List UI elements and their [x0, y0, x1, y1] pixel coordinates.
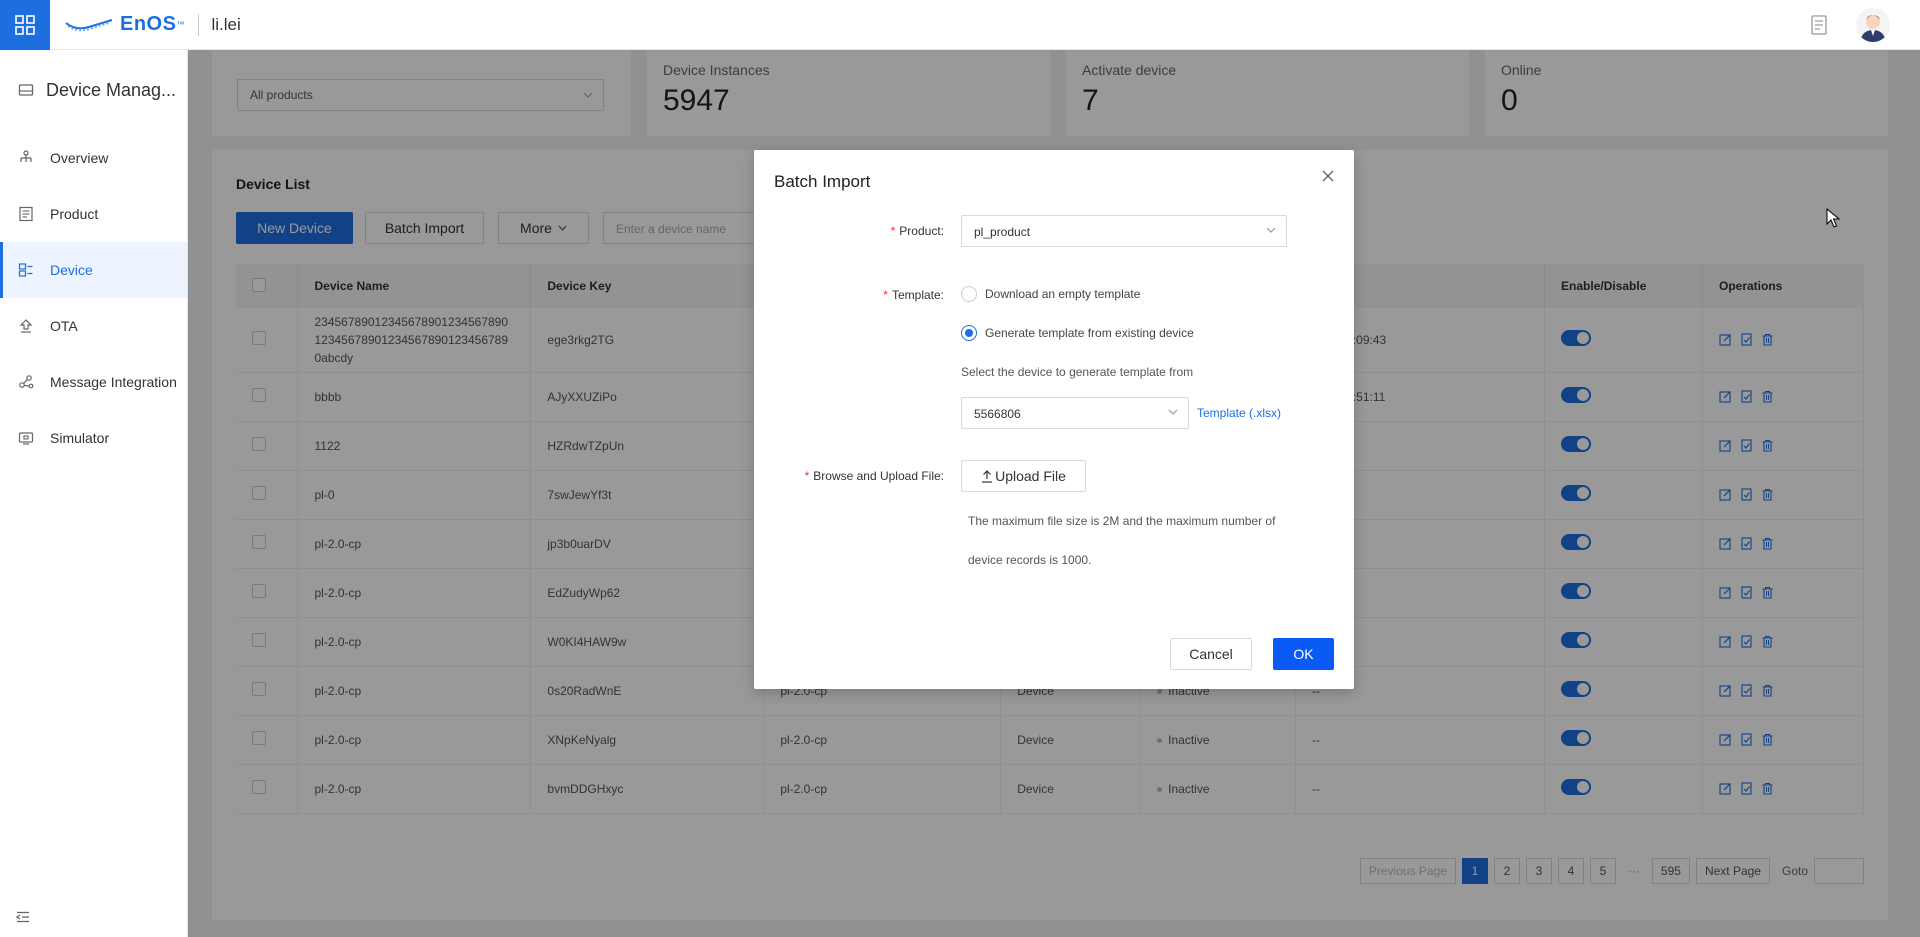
apps-grid-button[interactable] [0, 0, 50, 50]
topbar-divider [198, 13, 200, 36]
grid-icon [15, 14, 35, 35]
product-select-value: pl_product [974, 225, 1031, 239]
ok-button[interactable]: OK [1273, 638, 1334, 670]
upload-icon [982, 469, 993, 483]
product-label-text: Product: [899, 224, 944, 238]
user-name: li.lei [211, 14, 241, 34]
template-label: * Template: [844, 288, 944, 302]
chevron-down-icon [1168, 409, 1178, 415]
avatar-icon [1860, 15, 1886, 42]
sidebar-item-label: Overview [50, 150, 109, 166]
sidebar-item-message-integration[interactable]: Message Integration [0, 354, 187, 410]
radio-existing-device-template[interactable]: Generate template from existing device [961, 325, 1194, 341]
batch-import-dialog: Batch Import * Product: pl_product * Templ… [754, 150, 1354, 689]
sidebar-title-text: Device Manag... [46, 79, 177, 100]
template-label-text: Template: [891, 288, 944, 302]
mouse-cursor-icon [1826, 208, 1840, 228]
device-select-value: 5566806 [974, 407, 1021, 421]
close-icon[interactable] [1320, 168, 1336, 184]
document-icon[interactable] [1810, 15, 1828, 35]
sidebar-item-overview[interactable]: Overview [0, 130, 187, 186]
sitemap-icon [20, 150, 32, 162]
simulator-icon [18, 432, 34, 445]
upload-file-label: Upload File [995, 468, 1066, 484]
upload-limit-note: The maximum file size is 2M and the maxi… [968, 514, 1276, 567]
radio-empty-template[interactable]: Download an empty template [961, 286, 1140, 302]
sidebar-item-product[interactable]: Product [0, 186, 187, 242]
sidebar: Device Manag... Overview Product Device [0, 50, 188, 937]
device-management-icon [18, 84, 34, 96]
collapse-menu-icon[interactable] [16, 911, 30, 923]
radio-label: Generate template from existing device [985, 326, 1194, 340]
sidebar-item-ota[interactable]: OTA [0, 298, 187, 354]
top-bar: EnOS ™ li.lei [0, 0, 1920, 50]
logo-text: EnOS [120, 13, 177, 35]
radio-label: Download an empty template [985, 287, 1141, 301]
sidebar-item-simulator[interactable]: Simulator [0, 410, 187, 466]
product-icon [19, 206, 33, 222]
logo-trademark: ™ [176, 20, 185, 29]
sidebar-item-label: Product [50, 206, 99, 222]
enos-logo[interactable]: EnOS ™ [64, 13, 184, 36]
user-avatar[interactable] [1856, 8, 1890, 42]
sidebar-item-label: Device [50, 262, 93, 278]
product-label: * Product: [844, 224, 944, 238]
cancel-button[interactable]: Cancel [1170, 638, 1252, 670]
product-select[interactable]: pl_product [961, 215, 1287, 247]
radio-button-checked[interactable] [961, 325, 977, 341]
sidebar-item-label: Simulator [50, 430, 110, 446]
chevron-down-icon [1266, 227, 1276, 233]
template-xlsx-link[interactable]: Template (.xlsx) [1197, 406, 1281, 420]
upload-file-button[interactable]: Upload File [961, 460, 1086, 492]
device-icon [18, 263, 33, 277]
required-marker: * [890, 224, 896, 238]
integration-icon [19, 375, 34, 389]
required-marker: * [883, 288, 888, 302]
required-marker: * [804, 469, 810, 483]
upload-label-text: Browse and Upload File: [813, 469, 944, 483]
sidebar-item-device[interactable]: Device [0, 242, 187, 298]
select-device-hint: Select the device to generate template f… [961, 365, 1194, 379]
device-select[interactable]: 5566806 [961, 397, 1189, 429]
upload-label: * Browse and Upload File: [772, 469, 944, 483]
upload-arrow-icon [19, 319, 33, 333]
sidebar-item-label: Message Integration [50, 374, 177, 390]
sidebar-item-label: OTA [50, 318, 78, 334]
radio-button[interactable] [961, 286, 977, 302]
dialog-title: Batch Import [774, 172, 871, 191]
logo-wave-icon [65, 18, 113, 31]
sidebar-title: Device Manag... [0, 50, 187, 130]
